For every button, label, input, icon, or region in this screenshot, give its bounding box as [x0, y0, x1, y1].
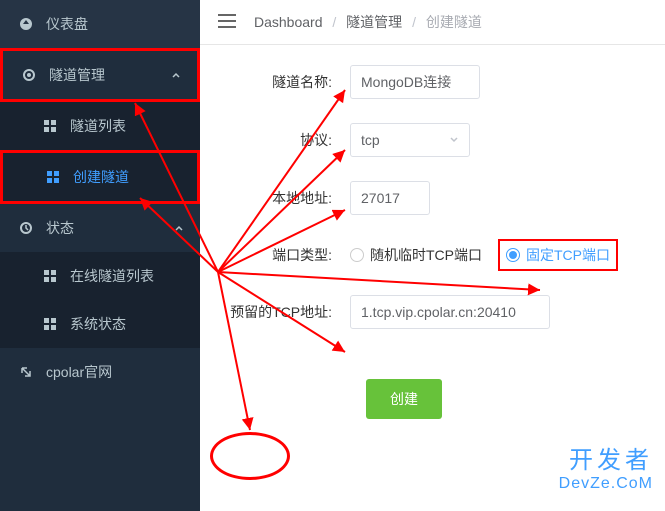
- breadcrumb: Dashboard / 隧道管理 / 创建隧道: [254, 12, 482, 32]
- external-link-icon: [18, 364, 34, 380]
- sidebar-item-system-status[interactable]: 系统状态: [0, 300, 200, 348]
- label-port-type: 端口类型:: [200, 245, 350, 265]
- separator: /: [332, 14, 336, 30]
- sidebar-item-label: 创建隧道: [73, 167, 129, 187]
- grid-icon: [42, 316, 58, 332]
- sidebar-item-dashboard[interactable]: 仪表盘: [0, 0, 200, 48]
- sidebar-item-tunnel-list[interactable]: 隧道列表: [0, 102, 200, 150]
- label-local-address: 本地地址:: [200, 188, 350, 208]
- sidebar-item-status[interactable]: 状态: [0, 204, 200, 252]
- reserved-tcp-input[interactable]: [350, 295, 550, 329]
- sidebar-item-tunnel-mgmt[interactable]: 隧道管理: [0, 48, 200, 102]
- label-tunnel-name: 隧道名称:: [200, 72, 350, 92]
- grid-icon: [42, 118, 58, 134]
- settings-icon: [21, 67, 37, 83]
- sidebar-item-create-tunnel[interactable]: 创建隧道: [0, 150, 200, 204]
- sidebar-item-label: 在线隧道列表: [70, 266, 154, 286]
- chevron-up-icon: [174, 220, 184, 236]
- radio-label: 随机临时TCP端口: [370, 245, 482, 265]
- separator: /: [412, 14, 416, 30]
- topbar: Dashboard / 隧道管理 / 创建隧道: [200, 0, 665, 45]
- radio-random-port[interactable]: 随机临时TCP端口: [350, 245, 482, 265]
- watermark: 开发者 DevZe.CoM: [559, 440, 653, 493]
- create-button[interactable]: 创建: [366, 379, 442, 419]
- protocol-select[interactable]: tcp: [350, 123, 470, 157]
- sidebar-item-cpolar-site[interactable]: cpolar官网: [0, 348, 200, 396]
- sidebar-item-label: 隧道管理: [49, 65, 105, 85]
- hamburger-icon[interactable]: [218, 14, 236, 31]
- grid-icon: [45, 169, 61, 185]
- tunnel-name-input[interactable]: [350, 65, 480, 99]
- create-tunnel-form: 隧道名称: 协议: tcp 本地地址:: [200, 45, 665, 463]
- watermark-line1: 开发者: [559, 440, 653, 475]
- chevron-down-icon: [449, 132, 459, 148]
- chevron-up-icon: [171, 67, 181, 83]
- sidebar: 仪表盘 隧道管理 隧道列表 创建隧道 状态 在线隧道列表 系统状态: [0, 0, 200, 511]
- radio-icon: [506, 248, 520, 262]
- radio-label: 固定TCP端口: [526, 245, 610, 265]
- watermark-line2: DevZe.CoM: [559, 475, 653, 493]
- breadcrumb-item[interactable]: 隧道管理: [346, 14, 402, 30]
- status-icon: [18, 220, 34, 236]
- breadcrumb-item[interactable]: Dashboard: [254, 14, 323, 30]
- breadcrumb-item: 创建隧道: [426, 14, 482, 30]
- main-content: Dashboard / 隧道管理 / 创建隧道 隧道名称: 协议: tcp: [200, 0, 665, 511]
- sidebar-item-label: 状态: [46, 218, 74, 238]
- sidebar-item-label: 系统状态: [70, 314, 126, 334]
- sidebar-item-online-tunnels[interactable]: 在线隧道列表: [0, 252, 200, 300]
- sidebar-item-label: 隧道列表: [70, 116, 126, 136]
- grid-icon: [42, 268, 58, 284]
- local-address-input[interactable]: [350, 181, 430, 215]
- sidebar-item-label: cpolar官网: [46, 362, 112, 382]
- dashboard-icon: [18, 16, 34, 32]
- label-reserved-tcp: 预留的TCP地址:: [200, 302, 350, 322]
- sidebar-item-label: 仪表盘: [46, 14, 88, 34]
- protocol-value: tcp: [361, 132, 380, 148]
- radio-icon: [350, 248, 364, 262]
- radio-fixed-port[interactable]: 固定TCP端口: [498, 239, 618, 271]
- label-protocol: 协议:: [200, 130, 350, 150]
